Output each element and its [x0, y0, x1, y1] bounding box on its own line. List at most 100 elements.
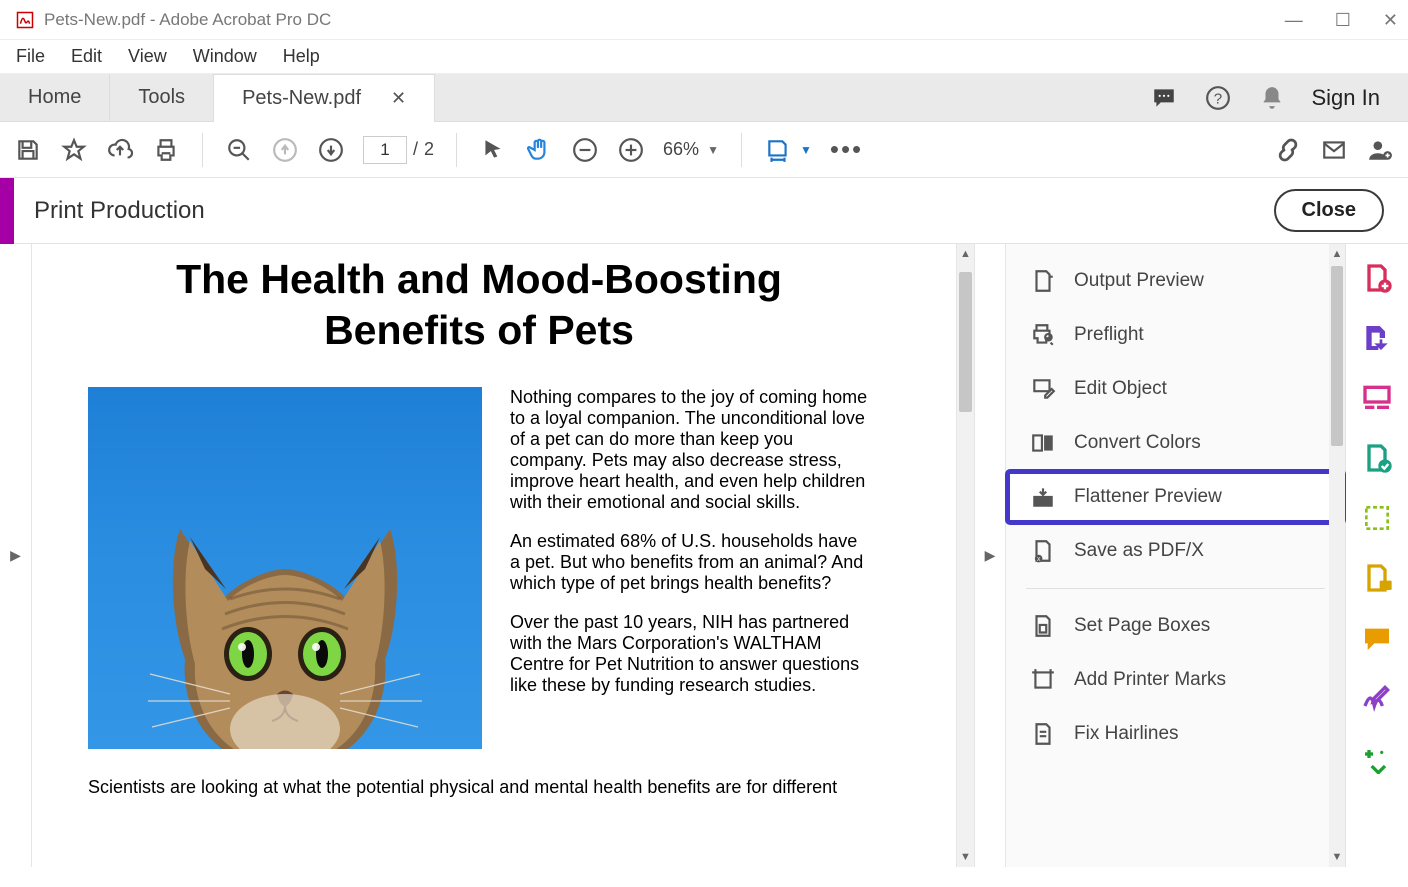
separator — [456, 133, 457, 167]
scrollbar-thumb[interactable] — [959, 272, 972, 412]
panel-item-preflight[interactable]: Preflight — [1006, 308, 1345, 362]
convert-colors-icon — [1030, 430, 1056, 456]
sign-tool-icon[interactable] — [1361, 682, 1393, 714]
chevron-down-icon: ▼ — [707, 143, 719, 157]
cloud-upload-icon[interactable] — [106, 136, 134, 164]
window-title: Pets-New.pdf - Adobe Acrobat Pro DC — [44, 10, 331, 30]
pdf-image-cat — [88, 387, 482, 749]
panel-item-add-printer-marks[interactable]: Add Printer Marks — [1006, 653, 1345, 707]
zoom-out-icon[interactable] — [571, 136, 599, 164]
sign-in-link[interactable]: Sign In — [1312, 85, 1381, 111]
panel-item-output-preview[interactable]: Output Preview — [1006, 254, 1345, 308]
close-tool-button[interactable]: Close — [1274, 189, 1384, 232]
document-gear-icon — [1030, 268, 1056, 294]
email-icon[interactable] — [1320, 136, 1348, 164]
panel-item-label: Output Preview — [1074, 270, 1204, 292]
menu-help[interactable]: Help — [283, 46, 320, 67]
tab-tools[interactable]: Tools — [110, 74, 214, 121]
create-pdf-tool-icon[interactable] — [1361, 262, 1393, 294]
zoom-indicator[interactable]: 66% ▼ — [663, 139, 719, 160]
panel-item-set-page-boxes[interactable]: Set Page Boxes — [1006, 599, 1345, 653]
pdf-paragraph: Scientists are looking at what the poten… — [88, 777, 870, 797]
menu-view[interactable]: View — [128, 46, 167, 67]
hairlines-icon — [1030, 721, 1056, 747]
scroll-up-icon[interactable]: ▲ — [957, 248, 974, 260]
panel-item-flattener-preview[interactable]: Flattener Preview — [1006, 470, 1345, 524]
menu-window[interactable]: Window — [193, 46, 257, 67]
more-tools-icon[interactable]: • — [1361, 742, 1393, 774]
panel-item-label: Flattener Preview — [1074, 486, 1222, 508]
previous-page-icon[interactable] — [271, 136, 299, 164]
chevron-down-icon[interactable]: ▼ — [800, 143, 812, 157]
edit-object-icon — [1030, 376, 1056, 402]
sticky-note-tool-icon[interactable] — [1361, 622, 1393, 654]
tab-label: Tools — [138, 86, 185, 109]
separator — [202, 133, 203, 167]
fit-width-scroll-icon[interactable] — [764, 136, 792, 164]
document-view[interactable]: The Health and Mood-Boosting Benefits of… — [32, 244, 956, 867]
more-options-icon[interactable]: ••• — [830, 134, 863, 165]
add-person-icon[interactable] — [1366, 136, 1394, 164]
zoom-in-icon[interactable] — [617, 136, 645, 164]
tab-label: Pets-New.pdf — [242, 87, 361, 110]
tools-strip: • — [1346, 244, 1408, 867]
panel-item-label: Add Printer Marks — [1074, 669, 1226, 691]
export-pdf-tool-icon[interactable] — [1361, 322, 1393, 354]
page-indicator: / 2 — [363, 136, 434, 164]
pointer-tool-icon[interactable] — [479, 136, 507, 164]
window-controls: — ☐ ✕ — [1285, 11, 1398, 29]
tab-home[interactable]: Home — [0, 74, 110, 121]
toolbar: / 2 66% ▼ ▼ ••• — [0, 122, 1408, 178]
panel-divider — [1026, 588, 1325, 589]
scrollbar-thumb[interactable] — [1331, 266, 1343, 446]
minimize-button[interactable]: — — [1285, 11, 1303, 29]
tab-document[interactable]: Pets-New.pdf ✕ — [214, 74, 435, 122]
measure-tool-icon[interactable] — [1361, 502, 1393, 534]
tab-label: Home — [28, 86, 81, 109]
send-tool-icon[interactable] — [1361, 442, 1393, 474]
svg-text:•: • — [1380, 746, 1384, 760]
panel-vertical-scrollbar[interactable]: ▲ ▼ — [1329, 244, 1345, 867]
notifications-bell-icon[interactable] — [1258, 84, 1286, 112]
menu-file[interactable]: File — [16, 46, 45, 67]
comment-tool-icon[interactable] — [1361, 562, 1393, 594]
document-vertical-scrollbar[interactable]: ▲ ▼ — [956, 244, 974, 867]
star-icon[interactable] — [60, 136, 88, 164]
left-nav-pane-toggle[interactable]: ▶ — [0, 244, 32, 867]
hand-tool-icon[interactable] — [525, 136, 553, 164]
panel-item-convert-colors[interactable]: Convert Colors — [1006, 416, 1345, 470]
main-area: ▶ The Health and Mood-Boosting Benefits … — [0, 244, 1408, 867]
next-page-icon[interactable] — [317, 136, 345, 164]
print-icon[interactable] — [152, 136, 180, 164]
print-production-panel: Output Preview Preflight Edit Object Con… — [1006, 244, 1346, 867]
context-bar: Print Production Close — [0, 178, 1408, 244]
right-pane-toggle[interactable]: ▶ — [974, 244, 1006, 867]
svg-text:X: X — [1037, 557, 1041, 563]
panel-item-save-as-pdfx[interactable]: X Save as PDF/X — [1006, 524, 1345, 578]
page-boxes-icon — [1030, 613, 1056, 639]
panel-item-label: Save as PDF/X — [1074, 540, 1204, 562]
close-icon[interactable]: ✕ — [391, 88, 406, 109]
pdf-text-column: Nothing compares to the joy of coming ho… — [510, 387, 870, 749]
panel-item-label: Preflight — [1074, 324, 1144, 346]
zoom-out-find-icon[interactable] — [225, 136, 253, 164]
organize-pages-tool-icon[interactable] — [1361, 382, 1393, 414]
panel-item-label: Edit Object — [1074, 378, 1167, 400]
panel-item-edit-object[interactable]: Edit Object — [1006, 362, 1345, 416]
context-title: Print Production — [34, 197, 205, 225]
current-page-input[interactable] — [363, 136, 407, 164]
maximize-button[interactable]: ☐ — [1335, 11, 1351, 29]
panel-item-fix-hairlines[interactable]: Fix Hairlines — [1006, 707, 1345, 761]
separator — [741, 133, 742, 167]
help-icon[interactable]: ? — [1204, 84, 1232, 112]
close-window-button[interactable]: ✕ — [1383, 11, 1398, 29]
flattener-icon — [1030, 484, 1056, 510]
share-link-icon[interactable] — [1274, 136, 1302, 164]
pdf-paragraph: An estimated 68% of U.S. households have… — [510, 531, 870, 594]
menu-edit[interactable]: Edit — [71, 46, 102, 67]
scroll-down-icon[interactable]: ▼ — [957, 851, 974, 863]
scroll-down-icon[interactable]: ▼ — [1329, 851, 1345, 863]
comment-bubble-icon[interactable] — [1150, 84, 1178, 112]
scroll-up-icon[interactable]: ▲ — [1329, 248, 1345, 260]
save-icon[interactable] — [14, 136, 42, 164]
